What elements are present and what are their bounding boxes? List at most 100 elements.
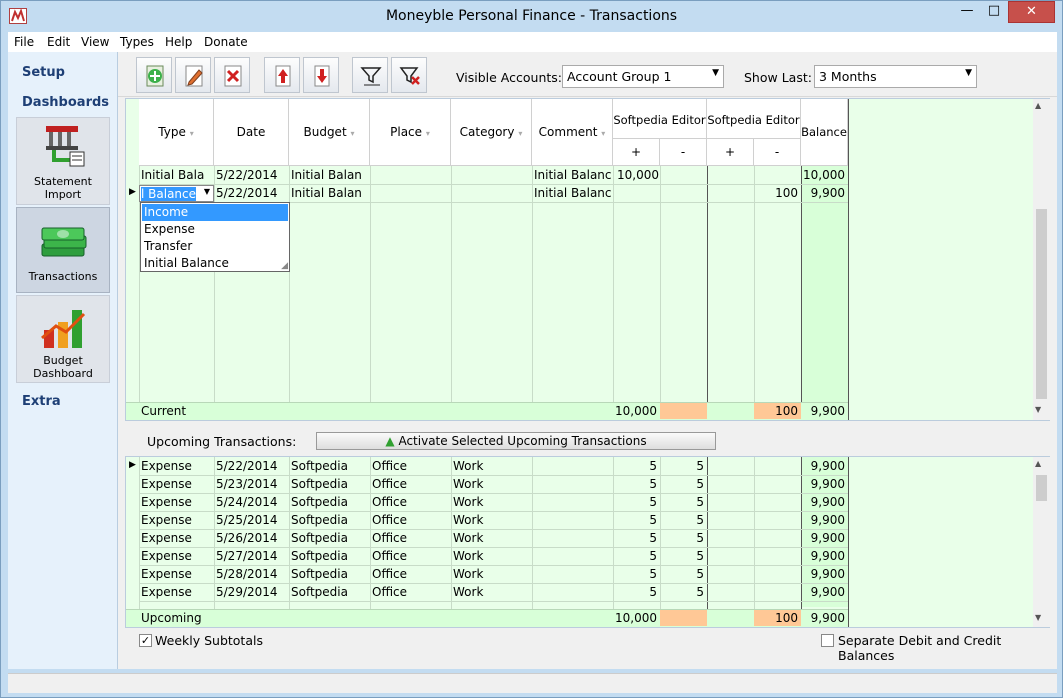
upcoming-row-a-minus[interactable]: 5 <box>660 459 707 473</box>
upcoming-row-budget[interactable]: Softpedia <box>291 477 369 491</box>
menu-donate[interactable]: Donate <box>204 35 248 49</box>
upcoming-row-type[interactable]: Expense <box>141 513 211 527</box>
upcoming-row-place[interactable]: Office <box>372 567 450 581</box>
dropdown-item-transfer[interactable]: Transfer <box>142 238 288 255</box>
upcoming-row-budget[interactable]: Softpedia <box>291 495 369 509</box>
upcoming-row-date[interactable]: 5/24/2014 <box>216 495 288 509</box>
upcoming-scrollbar[interactable]: ▲ ▼ <box>1033 457 1050 627</box>
upcoming-row-category[interactable]: Work <box>453 513 531 527</box>
weekly-subtotals-checkbox[interactable]: ✓ <box>139 634 152 647</box>
upcoming-row-budget[interactable]: Softpedia <box>291 531 369 545</box>
upcoming-row-type[interactable]: Expense <box>141 459 211 473</box>
scroll-thumb[interactable] <box>1036 209 1047 399</box>
upcoming-row-a-plus[interactable]: 5 <box>613 567 660 581</box>
delete-button[interactable] <box>214 57 250 93</box>
upcoming-row-place[interactable]: Office <box>372 495 450 509</box>
filter-button[interactable] <box>352 57 388 93</box>
header-budget[interactable]: Budget ▾ <box>289 99 370 166</box>
upcoming-row-category[interactable]: Work <box>453 477 531 491</box>
clear-filter-button[interactable] <box>391 57 427 93</box>
upcoming-row-budget[interactable]: Softpedia <box>291 549 369 563</box>
scroll-thumb[interactable] <box>1036 475 1047 501</box>
activate-upcoming-button[interactable]: ▲ Activate Selected Upcoming Transaction… <box>316 432 716 450</box>
upcoming-row-place[interactable]: Office <box>372 477 450 491</box>
resize-grip-icon[interactable]: ◢ <box>281 261 288 271</box>
upcoming-row-budget[interactable]: Softpedia <box>291 513 369 527</box>
budget-dashboard-button[interactable]: Budget Dashboard <box>16 295 110 383</box>
upcoming-row-budget[interactable]: Softpedia <box>291 585 369 599</box>
row2-date[interactable]: 5/22/2014 <box>216 186 288 200</box>
upcoming-row-place[interactable]: Office <box>372 531 450 545</box>
upcoming-row-place[interactable]: Office <box>372 459 450 473</box>
upcoming-row-date[interactable]: 5/29/2014 <box>216 585 288 599</box>
grid-scrollbar[interactable]: ▲ ▼ <box>1033 99 1050 420</box>
row1-a-plus[interactable]: 10,000 <box>613 168 660 182</box>
menu-file[interactable]: File <box>14 35 34 49</box>
scroll-down-icon[interactable]: ▼ <box>1035 405 1041 414</box>
scroll-up-icon[interactable]: ▲ <box>1035 459 1041 468</box>
upcoming-row-a-minus[interactable]: 5 <box>660 513 707 527</box>
upcoming-row-a-minus[interactable]: 5 <box>660 477 707 491</box>
upcoming-row-category[interactable]: Work <box>453 549 531 563</box>
upcoming-row-a-plus[interactable]: 5 <box>613 477 660 491</box>
upcoming-row-date[interactable]: 5/27/2014 <box>216 549 288 563</box>
upcoming-row-category[interactable]: Work <box>453 567 531 581</box>
dropdown-item-expense[interactable]: Expense <box>142 221 288 238</box>
header-category[interactable]: Category ▾ <box>451 99 532 166</box>
edit-button[interactable] <box>175 57 211 93</box>
chevron-down-icon[interactable]: ▼ <box>204 187 210 196</box>
upcoming-row-a-minus[interactable]: 5 <box>660 531 707 545</box>
menu-view[interactable]: View <box>81 35 109 49</box>
upcoming-row-place[interactable]: Office <box>372 549 450 563</box>
row2-b-minus[interactable]: 100 <box>754 186 801 200</box>
add-button[interactable] <box>136 57 172 93</box>
move-down-button[interactable] <box>303 57 339 93</box>
row1-budget[interactable]: Initial Balan <box>291 168 365 182</box>
sidebar-setup[interactable]: Setup <box>22 65 65 80</box>
dropdown-item-income[interactable]: Income <box>142 204 288 221</box>
menu-help[interactable]: Help <box>165 35 192 49</box>
upcoming-row-a-plus[interactable]: 5 <box>613 513 660 527</box>
sidebar-extra[interactable]: Extra <box>22 394 61 409</box>
row1-comment[interactable]: Initial Balance <box>534 168 612 182</box>
upcoming-row-place[interactable]: Office <box>372 513 450 527</box>
upcoming-row-date[interactable]: 5/28/2014 <box>216 567 288 581</box>
minimize-button[interactable]: — <box>953 1 981 23</box>
upcoming-row-a-plus[interactable]: 5 <box>613 495 660 509</box>
header-type[interactable]: Type ▾ <box>139 99 214 166</box>
upcoming-row-category[interactable]: Work <box>453 531 531 545</box>
upcoming-row-budget[interactable]: Softpedia <box>291 459 369 473</box>
move-up-button[interactable] <box>264 57 300 93</box>
upcoming-row-date[interactable]: 5/25/2014 <box>216 513 288 527</box>
close-button[interactable]: ✕ <box>1008 1 1055 23</box>
dropdown-item-initial-balance[interactable]: Initial Balance <box>142 255 288 272</box>
upcoming-row-type[interactable]: Expense <box>141 477 211 491</box>
upcoming-row-a-plus[interactable]: 5 <box>613 459 660 473</box>
sidebar-dashboards[interactable]: Dashboards <box>22 95 109 110</box>
row1-type[interactable]: Initial Bala <box>141 168 211 182</box>
upcoming-row-category[interactable]: Work <box>453 585 531 599</box>
row1-date[interactable]: 5/22/2014 <box>216 168 288 182</box>
statement-import-button[interactable]: Statement Import <box>16 117 110 205</box>
upcoming-row-a-minus[interactable]: 5 <box>660 549 707 563</box>
upcoming-row-a-plus[interactable]: 5 <box>613 585 660 599</box>
show-last-select[interactable]: 3 Months ▼ <box>814 65 977 88</box>
upcoming-row-type[interactable]: Expense <box>141 495 211 509</box>
header-place[interactable]: Place ▾ <box>370 99 451 166</box>
upcoming-row-type[interactable]: Expense <box>141 531 211 545</box>
upcoming-row-a-minus[interactable]: 5 <box>660 495 707 509</box>
scroll-up-icon[interactable]: ▲ <box>1035 101 1041 110</box>
menu-types[interactable]: Types <box>120 35 154 49</box>
row2-budget[interactable]: Initial Balan <box>291 186 365 200</box>
upcoming-row-type[interactable]: Expense <box>141 585 211 599</box>
upcoming-row-a-plus[interactable]: 5 <box>613 531 660 545</box>
menu-edit[interactable]: Edit <box>47 35 70 49</box>
header-comment[interactable]: Comment ▾ <box>532 99 613 166</box>
row2-comment[interactable]: Initial Balance <box>534 186 612 200</box>
upcoming-row-date[interactable]: 5/22/2014 <box>216 459 288 473</box>
transactions-button[interactable]: Transactions <box>16 207 110 293</box>
upcoming-row-date[interactable]: 5/23/2014 <box>216 477 288 491</box>
visible-accounts-select[interactable]: Account Group 1 ▼ <box>562 65 724 88</box>
upcoming-row-category[interactable]: Work <box>453 459 531 473</box>
upcoming-row-a-minus[interactable]: 5 <box>660 585 707 599</box>
